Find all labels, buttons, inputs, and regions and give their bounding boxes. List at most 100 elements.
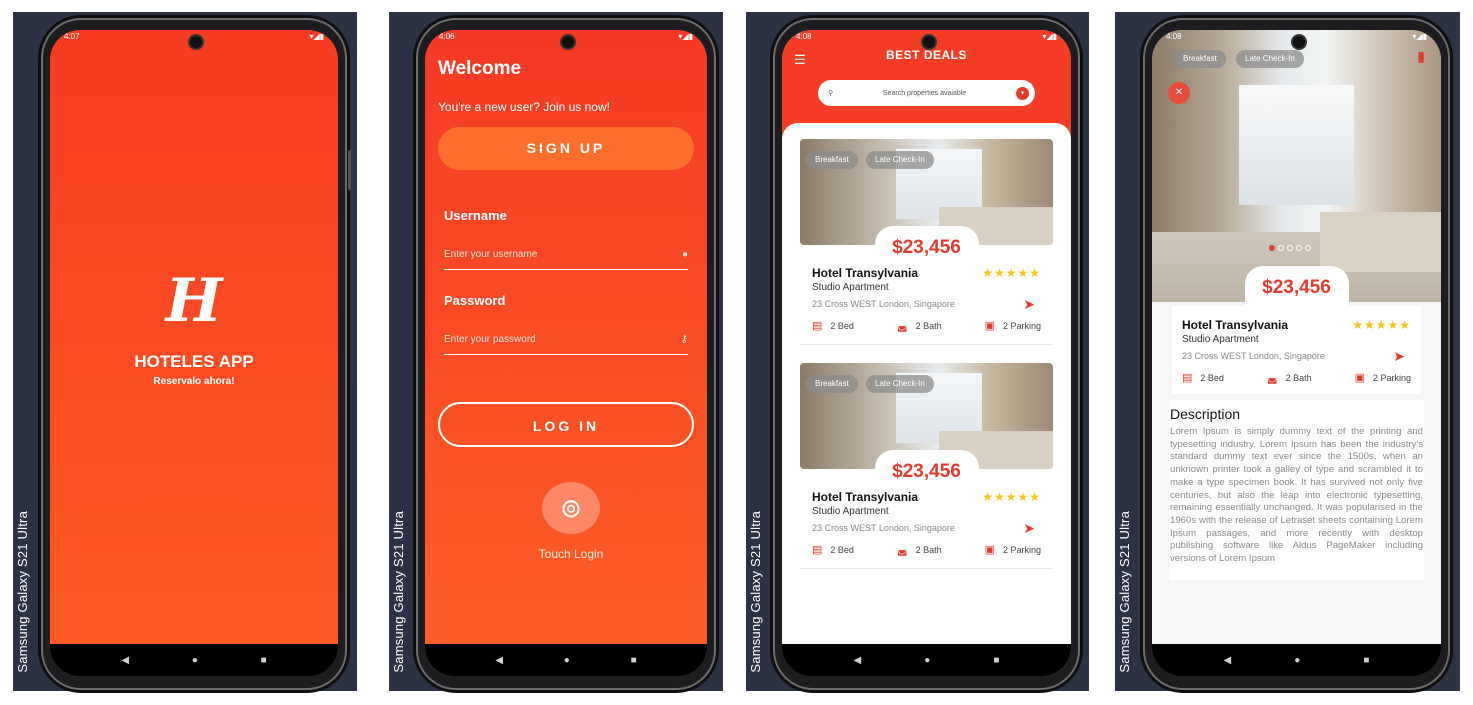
splash-panel: Samsung Galaxy S21 Ultra 4:07 ▾◢▮ H HOTEL… <box>13 12 357 691</box>
carousel-dot[interactable] <box>1286 245 1293 251</box>
welcome-heading: Welcome <box>438 58 522 79</box>
phone-frame: 4:06 ▾◢▮ Welcome You're a new user? Join … <box>416 18 716 690</box>
carousel-dot[interactable] <box>1295 245 1302 251</box>
device-label: Samsung Galaxy S21 Ultra <box>15 511 30 673</box>
deals-screen: 4:08 ▾◢▮ ☰ BEST DEALS ⚲ Search properties… <box>782 30 1071 644</box>
chevron-down-icon[interactable]: ▾ <box>1016 86 1029 100</box>
carousel-dot[interactable] <box>1268 245 1275 251</box>
system-nav-bar: ◀ ● ■ <box>1152 644 1441 676</box>
hotel-type: Studio Apartment <box>812 282 889 293</box>
status-time: 4:08 <box>1166 32 1182 41</box>
front-camera <box>560 34 576 50</box>
price-label: $23,456 <box>874 450 979 490</box>
hotel-address: 23 Cross WEST London, Singapore <box>812 299 955 309</box>
tag-badge: Late Check-In <box>866 375 934 393</box>
tag-badge: Breakfast <box>806 375 858 393</box>
bath-icon: ◛ <box>896 544 908 556</box>
bath-icon: ◛ <box>1266 372 1278 384</box>
front-camera <box>1290 34 1307 50</box>
search-input[interactable]: ⚲ Search properties avaiable ▾ <box>818 80 1035 106</box>
bed-icon: ▤ <box>812 320 823 332</box>
rating-stars: ★★★★★ <box>1352 318 1411 332</box>
nav-home-icon[interactable]: ● <box>924 655 930 666</box>
phone-frame: 4:08 ▾◢▮ ☰ BEST DEALS ⚲ Search properties… <box>773 18 1080 690</box>
bed-icon: ▤ <box>812 544 823 556</box>
nav-home-icon[interactable]: ● <box>192 655 198 666</box>
bed-count: 2 Bed <box>1200 372 1224 383</box>
nav-back-icon[interactable]: ◀ <box>854 655 862 666</box>
touch-login-label[interactable]: Touch Login <box>435 547 707 561</box>
navigation-icon[interactable]: ➤ <box>1023 296 1035 313</box>
system-nav-bar: ◀ ● ■ <box>782 644 1071 676</box>
description-section: Description Lorem Ipsum is simply dummy … <box>1169 400 1424 580</box>
app-subtitle: Reservalo ahora! <box>153 376 235 387</box>
system-nav-bar: ◀ ● ■ <box>425 644 707 676</box>
hotel-card[interactable]: Breakfast Late Check-In $23,456 Hotel Tr… <box>800 139 1053 345</box>
hotel-type: Studio Apartment <box>812 506 889 517</box>
password-label: Password <box>444 293 506 308</box>
device-label: Samsung Galaxy S21 Ultra <box>391 511 406 673</box>
back-icon[interactable]: ✕ <box>1168 82 1190 104</box>
signup-button[interactable]: SIGN UP <box>438 127 694 170</box>
app-logo: H <box>165 266 223 336</box>
hotel-hero-image <box>1152 30 1441 302</box>
carousel-dot[interactable] <box>1277 245 1284 251</box>
nav-recents-icon[interactable]: ■ <box>993 655 999 666</box>
nav-home-icon[interactable]: ● <box>564 655 570 666</box>
username-placeholder: Enter your username <box>444 248 538 260</box>
navigation-icon[interactable]: ➤ <box>1023 520 1035 537</box>
device-label: Samsung Galaxy S21 Ultra <box>748 511 763 673</box>
username-field[interactable]: Enter your username ● <box>444 239 688 270</box>
phone-frame: 4:08 ▾◢▮ Breakfast Late Check-In ▮ ✕ $23,… <box>1143 18 1450 690</box>
bath-count: 2 Bath <box>915 320 942 331</box>
status-time: 4:07 <box>64 32 80 41</box>
parking-count: 2 Parking <box>1002 544 1041 555</box>
hotel-card[interactable]: Breakfast Late Check-In $23,456 Hotel Tr… <box>800 363 1053 569</box>
carousel-dots <box>1268 245 1311 251</box>
nav-back-icon[interactable]: ◀ <box>121 655 129 666</box>
nav-home-icon[interactable]: ● <box>1294 655 1300 666</box>
hotel-address: 23 Cross WEST London, Singapore <box>812 523 955 533</box>
front-camera <box>920 34 937 50</box>
parking-count: 2 Parking <box>1372 372 1411 383</box>
detail-screen: 4:08 ▾◢▮ Breakfast Late Check-In ▮ ✕ $23,… <box>1152 30 1441 644</box>
bath-count: 2 Bath <box>915 544 942 555</box>
deals-list: Breakfast Late Check-In $23,456 Hotel Tr… <box>782 123 1071 644</box>
app-title: HOTELES APP <box>134 352 254 371</box>
new-user-text: You're a new user? Join us now! <box>438 100 610 114</box>
bath-count: 2 Bath <box>1285 372 1312 383</box>
tag-badge: Breakfast <box>806 151 858 169</box>
tag-badge: Late Check-In <box>866 151 934 169</box>
status-time: 4:08 <box>796 32 812 41</box>
splash-screen: 4:07 ▾◢▮ H HOTELES APP Reservalo ahora! <box>50 30 338 644</box>
fingerprint-icon[interactable]: ⊚ <box>542 482 600 534</box>
detail-panel: Samsung Galaxy S21 Ultra 4:08 ▾◢▮ Breakfa… <box>1115 12 1460 691</box>
description-text: Lorem Ipsum is simply dummy text of the … <box>1170 426 1423 565</box>
page-title: BEST DEALS <box>885 48 967 62</box>
key-icon: ⚷ <box>680 333 688 345</box>
rating-stars: ★★★★★ <box>982 490 1041 504</box>
nav-back-icon[interactable]: ◀ <box>1224 655 1232 666</box>
bookmark-icon[interactable]: ▮ <box>1417 48 1425 65</box>
password-placeholder: Enter your password <box>444 333 536 345</box>
hotel-type: Studio Apartment <box>1182 334 1259 345</box>
nav-recents-icon[interactable]: ■ <box>261 655 267 666</box>
tag-badge: Breakfast <box>1174 50 1226 68</box>
nav-recents-icon[interactable]: ■ <box>1363 655 1369 666</box>
phone-frame: 4:07 ▾◢▮ H HOTELES APP Reservalo ahora! ◀… <box>41 18 351 690</box>
nav-recents-icon[interactable]: ■ <box>631 655 637 666</box>
login-panel: Samsung Galaxy S21 Ultra 4:06 ▾◢▮ Welcome… <box>389 12 723 691</box>
description-title: Description <box>1170 406 1241 422</box>
price-label: $23,456 <box>874 226 979 266</box>
bath-icon: ◛ <box>896 320 908 332</box>
nav-back-icon[interactable]: ◀ <box>495 655 503 666</box>
navigation-icon[interactable]: ➤ <box>1393 348 1405 365</box>
carousel-dot[interactable] <box>1304 245 1311 251</box>
login-screen: 4:06 ▾◢▮ Welcome You're a new user? Join … <box>425 30 707 644</box>
system-nav-bar: ◀ ● ■ <box>50 644 338 676</box>
parking-icon: ▣ <box>984 320 995 332</box>
front-camera <box>188 34 204 50</box>
login-button[interactable]: LOG IN <box>438 402 694 447</box>
status-time: 4:06 <box>439 32 455 41</box>
password-field[interactable]: Enter your password ⚷ <box>444 324 688 355</box>
